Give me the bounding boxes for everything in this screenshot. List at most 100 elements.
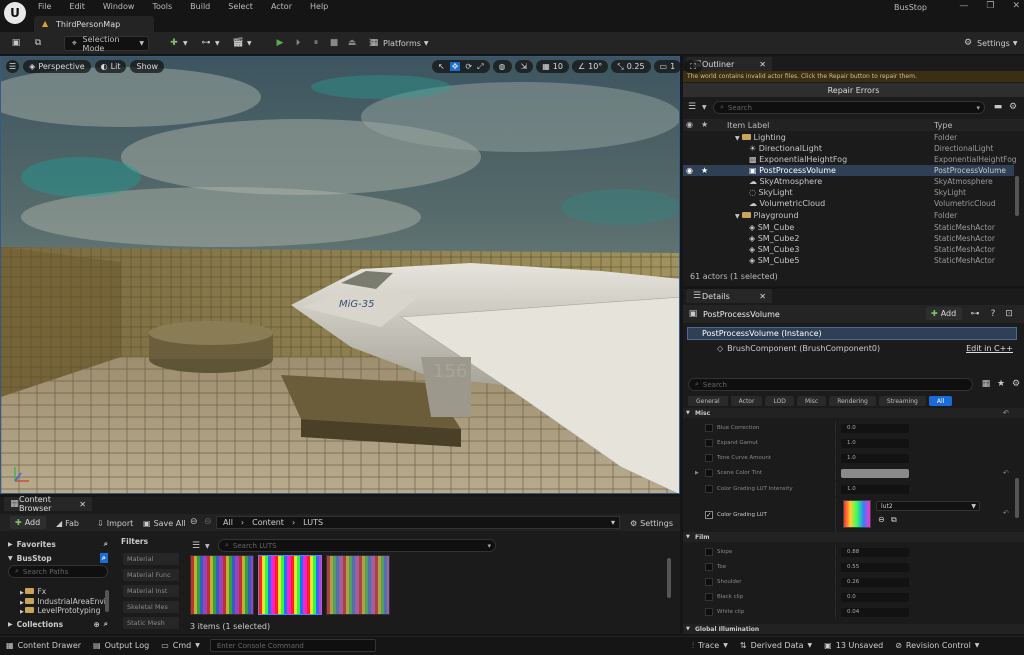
outliner-row[interactable]: ▼ Lighting Folder <box>683 132 1014 143</box>
blueprint-button[interactable]: ⊶ ▼ <box>200 36 220 50</box>
surface-snap-button[interactable]: ⇲ <box>514 60 534 73</box>
show-button[interactable]: Show <box>130 60 165 73</box>
property-value-input[interactable]: 0.26 <box>841 577 909 587</box>
chevron-down-icon[interactable]: ▾ <box>611 518 615 527</box>
camera-speed-button[interactable]: ▭ 1 <box>653 60 682 73</box>
revision-control-dropdown[interactable]: ⊘ Revision Control ▼ <box>889 636 985 655</box>
override-checkbox[interactable] <box>705 454 713 462</box>
outliner-row[interactable]: ◈ SM_Cube StaticMeshActor <box>683 222 1014 233</box>
override-checkbox[interactable] <box>705 439 713 447</box>
filter-material-function[interactable]: Material Func <box>123 569 179 581</box>
breadcrumb-luts[interactable]: LUTS <box>303 518 323 527</box>
breadcrumb-content[interactable]: Content <box>252 518 284 527</box>
outliner-row[interactable]: ◈ SM_Cube3 StaticMeshActor <box>683 244 1014 255</box>
section-film[interactable]: ▼ Film <box>683 532 1024 542</box>
minimize-icon[interactable]: — <box>959 1 968 11</box>
property-value-input[interactable]: 0.04 <box>841 607 909 617</box>
details-actor-name[interactable]: PostProcessVolume <box>703 310 780 319</box>
blueprint-icon[interactable]: ⊶ <box>969 308 981 320</box>
lut-thumbnail[interactable] <box>843 500 871 528</box>
component-brush-row[interactable]: ◇ BrushComponent (BrushComponent0) Edit … <box>687 342 1017 354</box>
tab-content-browser[interactable]: ▦ Content Browser ✕ <box>4 495 92 513</box>
property-value-input[interactable]: 1.0 <box>841 438 909 448</box>
override-checkbox[interactable] <box>705 563 713 571</box>
lit-button[interactable]: ◐ Lit <box>94 60 127 73</box>
menu-actor[interactable]: Actor <box>271 2 292 11</box>
derived-data-dropdown[interactable]: ⇅ Derived Data ▼ <box>734 636 818 655</box>
category-actor[interactable]: Actor <box>730 396 763 406</box>
reset-icon[interactable]: ↶ <box>1003 409 1009 417</box>
column-type[interactable]: Type <box>934 121 952 130</box>
outliner-row[interactable]: ☀ DirectionalLight DirectionalLight <box>683 143 1014 154</box>
save-icon[interactable]: ▣ <box>10 36 22 50</box>
details-search-input[interactable]: ⌕ Search <box>688 378 973 391</box>
gear-icon[interactable]: ⚙ <box>1010 378 1022 390</box>
close-icon[interactable]: ✕ <box>759 292 766 301</box>
asset-filter-dropdown[interactable]: ☰ ▼ <box>190 540 210 552</box>
menu-tools[interactable]: Tools <box>152 2 172 11</box>
lut-asset-thumbnail[interactable] <box>326 555 390 615</box>
outliner-scrollbar[interactable] <box>1015 176 1019 216</box>
collections-header[interactable]: ▶ Collections ⊕ ⌕ <box>0 617 114 631</box>
close-icon[interactable]: ✕ <box>79 500 86 509</box>
menu-edit[interactable]: Edit <box>69 2 85 11</box>
stop-icon[interactable]: ■ <box>328 37 340 49</box>
section-misc[interactable]: ▼ Misc ↶ <box>683 408 1024 418</box>
outliner-row[interactable]: ▼ Playground Folder <box>683 210 1014 221</box>
world-space-button[interactable]: ◍ <box>492 60 512 73</box>
category-general[interactable]: General <box>688 396 728 406</box>
add-component-button[interactable]: ✚ Add <box>926 307 962 320</box>
category-misc[interactable]: Misc <box>796 396 827 406</box>
search-paths-input[interactable]: ⌕ Search Paths <box>8 565 108 578</box>
visibility-icon[interactable]: ◉ <box>686 120 693 129</box>
forward-icon[interactable]: ⊖ <box>204 517 212 527</box>
translate-tool-icon[interactable]: ✥ <box>449 62 461 71</box>
edit-in-cpp-link[interactable]: Edit in C++ <box>966 344 1013 353</box>
rotate-tool-icon[interactable]: ⟳ <box>465 62 472 71</box>
output-log-button[interactable]: ▤ Output Log <box>87 636 155 655</box>
color-swatch[interactable] <box>841 468 909 478</box>
cinematics-button[interactable]: 🎬︎ ▼ <box>232 36 251 50</box>
help-icon[interactable]: ? <box>987 308 999 320</box>
lut-asset-thumbnail[interactable] <box>190 555 254 615</box>
override-checkbox-checked[interactable]: ✓ <box>705 511 713 519</box>
details-scrollbar[interactable] <box>1015 478 1019 518</box>
chevron-right-icon[interactable]: ▶ <box>695 470 699 476</box>
category-rendering[interactable]: Rendering <box>829 396 876 406</box>
filter-skeletal-mesh[interactable]: Skeletal Mes <box>123 601 179 613</box>
property-value-input[interactable]: 0.88 <box>841 547 909 557</box>
perspective-button[interactable]: ◈ Perspective <box>23 60 91 73</box>
outliner-row[interactable]: ◌ SkyLight SkyLight <box>683 187 1014 198</box>
viewport-menu-button[interactable]: ☰ <box>6 60 20 73</box>
override-checkbox[interactable] <box>705 608 713 616</box>
tree-scrollbar[interactable] <box>105 590 109 612</box>
property-value-input[interactable]: 1.0 <box>841 484 909 494</box>
override-checkbox[interactable] <box>705 593 713 601</box>
property-value-input[interactable]: 1.0 <box>841 453 909 463</box>
tab-thirdpersonmap[interactable]: ▲ ThirdPersonMap <box>34 16 154 32</box>
eject-icon[interactable]: ⏏ <box>346 37 358 49</box>
outliner-row[interactable]: ☁ SkyAtmosphere SkyAtmosphere <box>683 176 1014 187</box>
reset-icon[interactable]: ↶ <box>1003 469 1009 477</box>
grid-snap-button[interactable]: ▦ 10 <box>536 60 569 73</box>
visibility-icon[interactable]: ◉ <box>686 166 693 175</box>
use-selected-icon[interactable]: ⊖ <box>878 515 885 524</box>
project-header[interactable]: ▼ BusStop ⌕ <box>0 551 114 565</box>
property-value-input[interactable]: 0.0 <box>841 423 909 433</box>
settings-dropdown[interactable]: ⚙ Settings ▼ <box>962 36 1017 50</box>
tab-details[interactable]: ☰ Details ✕ <box>686 289 772 303</box>
add-icon[interactable]: ⊕ <box>94 620 100 629</box>
save-all-button[interactable]: ▣ Save All <box>143 516 186 530</box>
maximize-icon[interactable]: ❐ <box>986 1 994 11</box>
repair-errors-button[interactable]: Repair Errors <box>683 83 1024 97</box>
filter-material[interactable]: Material <box>123 553 179 565</box>
unreal-logo-icon[interactable]: U <box>4 2 26 24</box>
override-checkbox[interactable] <box>705 469 713 477</box>
menu-help[interactable]: Help <box>310 2 328 11</box>
outliner-row-selected[interactable]: ◉ ★ ▣ PostProcessVolume PostProcessVolume <box>683 165 1014 176</box>
pause-icon[interactable]: ⏸ <box>310 37 322 49</box>
asset-scrollbar[interactable] <box>667 558 671 598</box>
scale-snap-button[interactable]: ⤡ 0.25 <box>611 60 651 73</box>
import-button[interactable]: ⇩ Import <box>97 516 133 530</box>
star-icon[interactable]: ★ <box>701 120 708 129</box>
